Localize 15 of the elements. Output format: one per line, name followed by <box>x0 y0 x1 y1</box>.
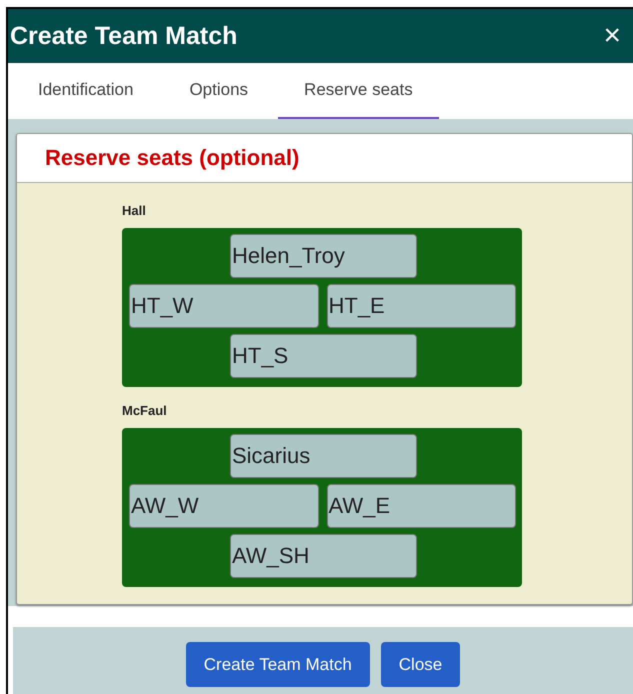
seat-slot[interactable]: HT_S <box>230 334 417 378</box>
window-title: Create Team Match <box>10 22 238 50</box>
close-button[interactable]: × <box>599 21 625 51</box>
action-button[interactable]: Close <box>380 642 460 687</box>
table-name: Hall <box>122 203 147 218</box>
section-heading: Reserve seats (optional) <box>45 145 300 171</box>
seat-slot[interactable]: AW_SH <box>230 534 417 578</box>
seat-slot[interactable]: HT_E <box>326 284 516 328</box>
action-button[interactable]: Create Team Match <box>186 642 370 687</box>
seat-slot[interactable]: AW_E <box>326 484 516 528</box>
seat-slot[interactable]: Sicarius <box>230 434 417 478</box>
seat-slot[interactable]: Helen_Troy <box>230 234 417 278</box>
seat-slot[interactable]: HT_W <box>129 284 318 328</box>
table-name: McFaul <box>122 403 168 418</box>
seat-slot[interactable]: AW_W <box>129 484 318 528</box>
